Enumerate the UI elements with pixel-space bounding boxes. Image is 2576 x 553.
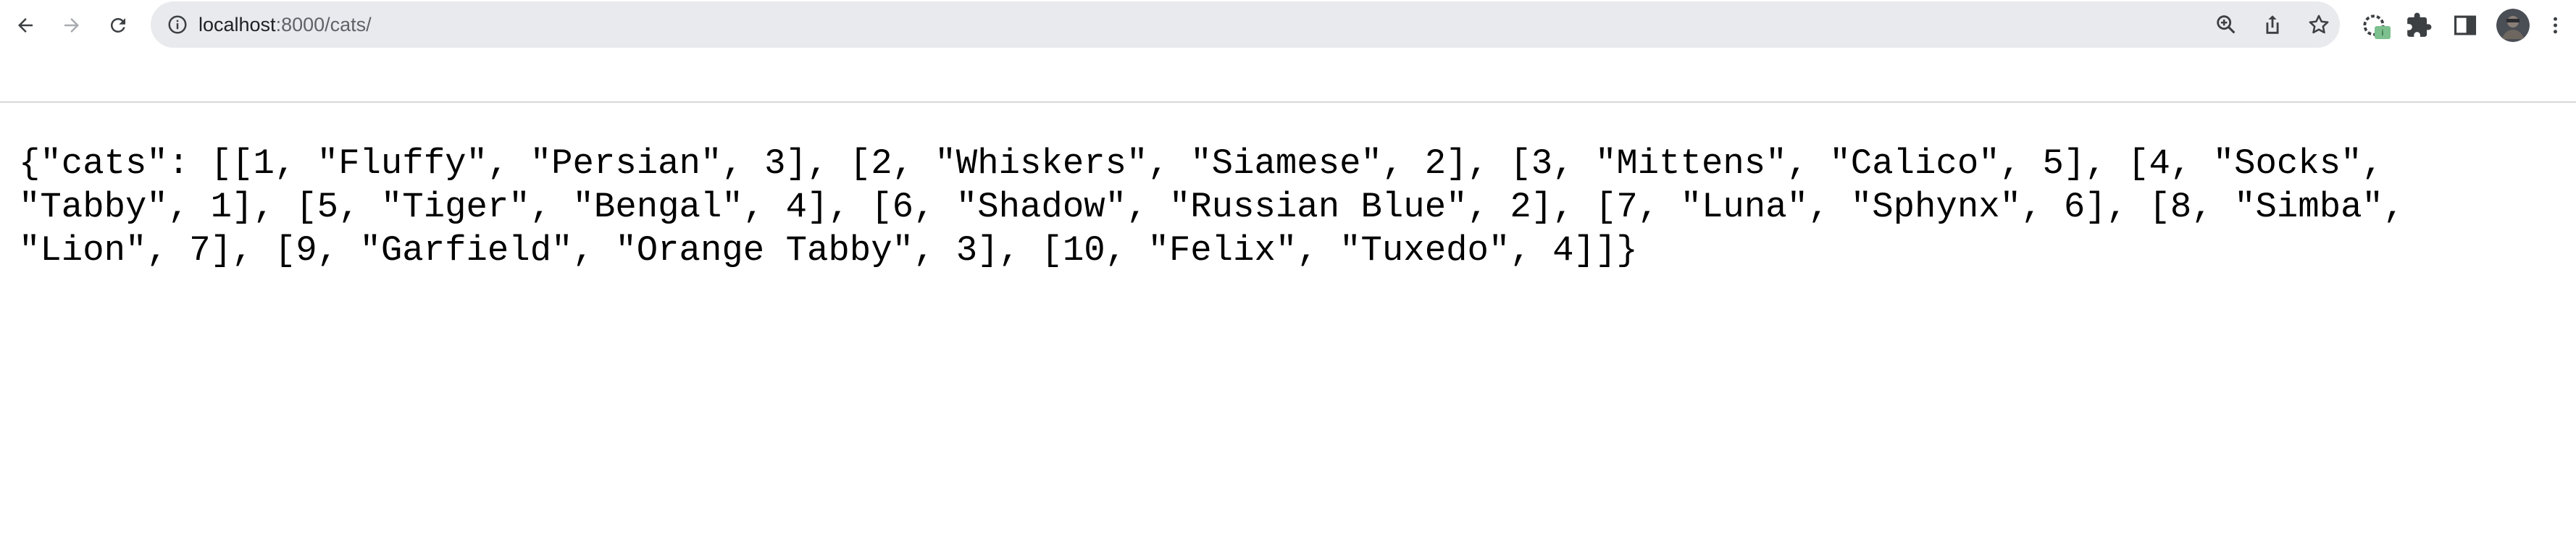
side-panel-button[interactable]	[2451, 12, 2479, 39]
arrow-right-icon	[64, 18, 79, 33]
toolbar-divider	[0, 101, 2576, 103]
zoom-icon[interactable]	[2214, 12, 2238, 37]
side-panel-icon	[2454, 15, 2477, 35]
extension-status-button[interactable]: i	[2360, 12, 2391, 39]
browser-toolbar: localhost:8000/cats/ i	[0, 0, 2576, 51]
avatar[interactable]	[2496, 9, 2530, 42]
info-circle-icon[interactable]	[167, 14, 188, 35]
back-button[interactable]	[10, 10, 41, 41]
url-path: :8000/cats/	[275, 14, 372, 35]
json-response-text: {"cats": [[1, "Fluffy", "Persian", 3], […	[19, 143, 2426, 271]
menu-button[interactable]	[2544, 12, 2566, 39]
address-bar[interactable]: localhost:8000/cats/	[151, 1, 2340, 48]
star-icon[interactable]	[2307, 12, 2331, 37]
url-text[interactable]: localhost:8000/cats/	[198, 1, 372, 48]
url-host: localhost	[198, 14, 276, 35]
extensions-button[interactable]	[2405, 12, 2433, 39]
share-icon[interactable]	[2260, 12, 2285, 37]
puzzle-icon	[2407, 12, 2432, 37]
profile-avatar-icon	[2496, 9, 2530, 42]
reload-button[interactable]	[103, 10, 133, 41]
arrow-left-icon	[18, 18, 33, 33]
reload-icon	[110, 17, 125, 33]
extension-badge: i	[2375, 26, 2391, 39]
forward-button[interactable]	[57, 10, 87, 41]
kebab-menu-icon	[2554, 17, 2557, 34]
